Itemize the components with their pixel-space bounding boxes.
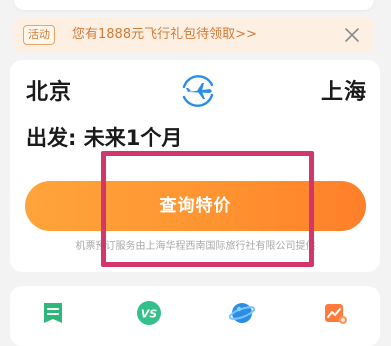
close-icon[interactable] [344, 27, 360, 43]
swap-cities-icon[interactable] [176, 71, 220, 111]
price-trend-icon[interactable] [322, 300, 348, 326]
highlight-annotation-box [101, 151, 314, 267]
departure-date-selector[interactable]: 出发: 未来1个月 [26, 123, 182, 153]
arrival-city[interactable]: 上海 [321, 78, 367, 108]
promo-banner[interactable]: 活动 您有1888元飞行礼包待领取>> [14, 18, 374, 52]
promo-tag: 活动 [23, 25, 55, 45]
list-icon[interactable] [40, 300, 66, 326]
vs-compare-icon[interactable]: VS [136, 300, 162, 326]
svg-text:VS: VS [141, 308, 158, 321]
planet-icon[interactable] [229, 300, 255, 326]
departure-city[interactable]: 北京 [26, 78, 72, 108]
promo-text[interactable]: 您有1888元飞行礼包待领取>> [72, 25, 257, 45]
previous-card-edge [14, 0, 374, 10]
